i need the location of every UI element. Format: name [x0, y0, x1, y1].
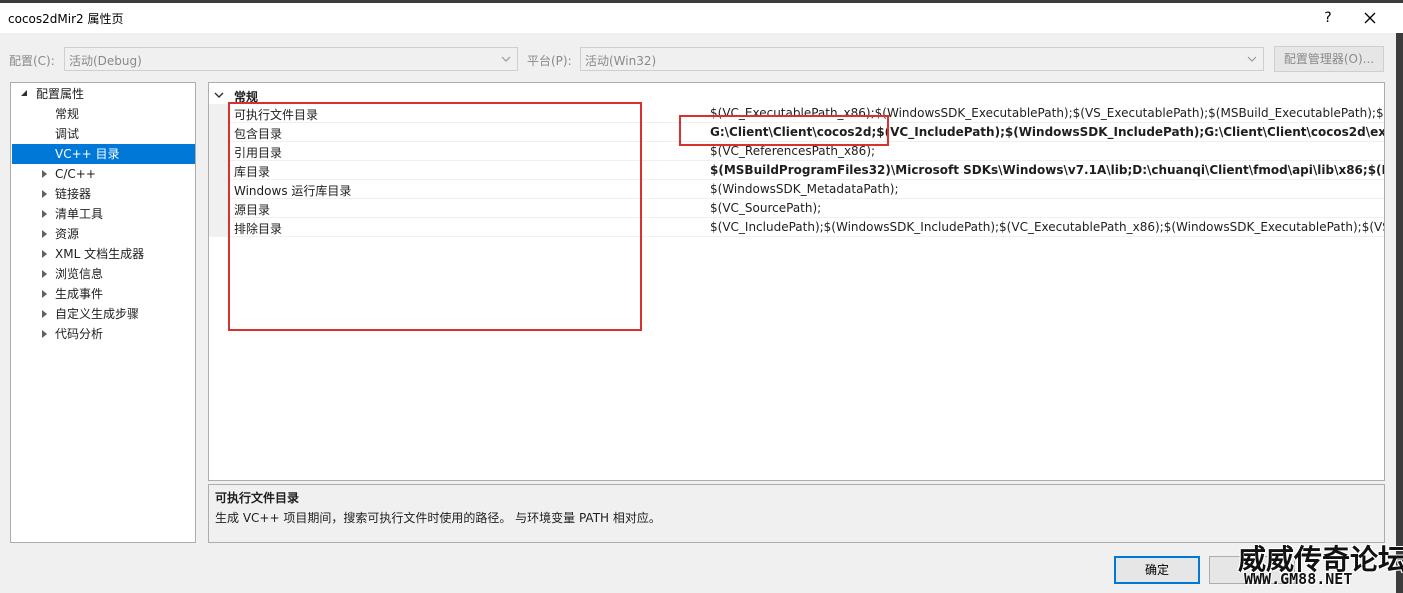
- description-panel: 可执行文件目录 生成 VC++ 项目期间，搜索可执行文件时使用的路径。 与环境变…: [208, 484, 1385, 543]
- expand-arrow-icon[interactable]: [40, 284, 50, 304]
- configuration-label: 配置(C):: [9, 54, 55, 68]
- expand-arrow-icon[interactable]: [40, 244, 50, 264]
- property-value[interactable]: $(VC_SourcePath);: [710, 201, 821, 215]
- property-value[interactable]: $(VC_ReferencesPath_x86);: [710, 144, 875, 158]
- watermark-url: WWW.GM88.NET: [1244, 570, 1353, 588]
- title-bar: cocos2dMir2 属性页 ?: [0, 3, 1403, 33]
- tree-item-label: 调试: [55, 127, 80, 141]
- tree-item-label: 清单工具: [55, 207, 104, 221]
- tree-item-label: VC++ 目录: [55, 147, 120, 161]
- tree-item-resources[interactable]: 资源: [11, 224, 195, 244]
- tree-item-code-analysis[interactable]: 代码分析: [11, 324, 195, 344]
- expand-arrow-icon[interactable]: [40, 324, 50, 344]
- expand-arrow-icon[interactable]: [40, 304, 50, 324]
- description-text: 生成 VC++ 项目期间，搜索可执行文件时使用的路径。 与环境变量 PATH 相…: [215, 511, 661, 525]
- tree-item-custom-build-step[interactable]: 自定义生成步骤: [11, 304, 195, 324]
- highlight-box-names: [228, 102, 642, 331]
- configuration-manager-button[interactable]: 配置管理器(O)...: [1274, 46, 1384, 72]
- tree-item-xml-doc-generator[interactable]: XML 文档生成器: [11, 244, 195, 264]
- property-value[interactable]: $(WindowsSDK_MetadataPath);: [710, 182, 899, 196]
- expand-arrow-icon[interactable]: [40, 184, 50, 204]
- tree-item-label: 生成事件: [55, 287, 104, 301]
- property-value[interactable]: $(MSBuildProgramFiles32)\Microsoft SDKs\…: [710, 163, 1384, 177]
- tree-item-root[interactable]: 配置属性: [11, 84, 195, 104]
- highlight-box-include-value: [679, 115, 889, 146]
- tree-item-label: 配置属性: [36, 87, 85, 101]
- close-button[interactable]: [1358, 6, 1382, 30]
- ok-button[interactable]: 确定: [1114, 556, 1200, 584]
- property-value[interactable]: $(VC_IncludePath);$(WindowsSDK_IncludePa…: [710, 220, 1384, 234]
- tree-item-label: 自定义生成步骤: [55, 307, 140, 321]
- tree-item-debugging[interactable]: 调试: [11, 124, 195, 144]
- window-title: cocos2dMir2 属性页: [8, 12, 124, 26]
- close-icon: [1364, 12, 1376, 24]
- platform-combo[interactable]: 活动(Win32): [580, 47, 1264, 71]
- chevron-down-icon: [501, 56, 511, 62]
- platform-value: 活动(Win32): [585, 54, 657, 68]
- tree-item-label: 浏览信息: [55, 267, 104, 281]
- chevron-down-icon[interactable]: [214, 91, 224, 99]
- tree-item-label: 常规: [55, 107, 80, 121]
- tree-item-vc-directories[interactable]: VC++ 目录: [12, 144, 195, 164]
- platform-label: 平台(P):: [527, 54, 572, 68]
- chevron-down-icon: [1247, 56, 1257, 62]
- expanded-arrow-icon[interactable]: [21, 84, 31, 104]
- tree-item-build-events[interactable]: 生成事件: [11, 284, 195, 304]
- expand-arrow-icon[interactable]: [40, 204, 50, 224]
- tree-item-label: XML 文档生成器: [55, 247, 145, 261]
- expand-arrow-icon[interactable]: [40, 264, 50, 284]
- window-edge: [1396, 33, 1403, 593]
- description-title: 可执行文件目录: [215, 491, 300, 505]
- configuration-value: 活动(Debug): [69, 54, 142, 68]
- expand-arrow-icon[interactable]: [40, 224, 50, 244]
- tree-item-manifest-tool[interactable]: 清单工具: [11, 204, 195, 224]
- tree-item-general[interactable]: 常规: [11, 104, 195, 124]
- tree-item-linker[interactable]: 链接器: [11, 184, 195, 204]
- help-button[interactable]: ?: [1316, 6, 1340, 30]
- expand-arrow-icon[interactable]: [40, 164, 50, 184]
- tree-item-label: 资源: [55, 227, 80, 241]
- tree-item-label: 链接器: [55, 187, 92, 201]
- property-tree: 配置属性 常规 调试 VC++ 目录 C/C++ 链接器 清单工具 资源 XML…: [10, 82, 196, 543]
- tree-item-label: C/C++: [55, 167, 96, 181]
- tree-item-cpp[interactable]: C/C++: [11, 164, 195, 184]
- tree-item-label: 代码分析: [55, 327, 104, 341]
- tree-item-browse-info[interactable]: 浏览信息: [11, 264, 195, 284]
- configuration-combo[interactable]: 活动(Debug): [64, 47, 518, 71]
